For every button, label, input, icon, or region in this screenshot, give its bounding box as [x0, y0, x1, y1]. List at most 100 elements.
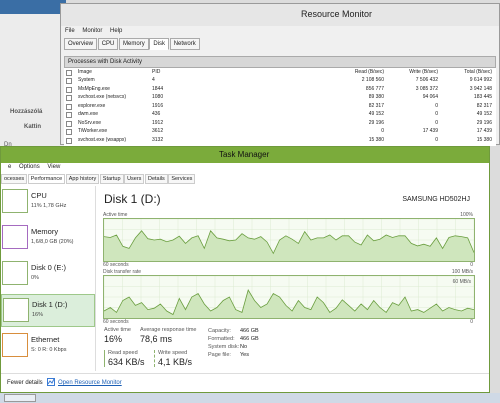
table-cell: 15 380 — [368, 136, 384, 143]
menu-help[interactable]: Help — [110, 28, 122, 34]
active-time-graph-time: 60 seconds — [103, 262, 129, 268]
row-checkbox[interactable] — [66, 95, 72, 101]
tab-startup[interactable]: Startup — [99, 174, 124, 184]
table-cell: 17 439 — [476, 128, 492, 134]
tab-disk[interactable]: Disk — [149, 38, 170, 50]
window-title: Resource Monitor — [301, 9, 373, 19]
table-row[interactable]: NoSrv.exe 1912 29 196 0 29 196 — [64, 120, 496, 127]
menu-options[interactable]: Options — [19, 164, 40, 170]
section-header[interactable]: Processes with Disk Activity — [64, 56, 496, 68]
column-header-total[interactable]: Total (B/sec) — [442, 69, 492, 76]
tab-overview[interactable]: Overview — [64, 38, 98, 50]
table-cell: svchost.exe (wsappx) — [78, 136, 127, 143]
process-table: Image PID Read (B/sec) Write (B/sec) Tot… — [64, 68, 496, 146]
sidebar-item-ethernet[interactable]: Ethernet S: 0 R: 0 Kbps — [1, 330, 95, 363]
table-cell: 7 506 432 — [415, 77, 438, 83]
tab-details[interactable]: Details — [144, 174, 168, 184]
column-header-write[interactable]: Write (B/sec) — [396, 69, 438, 76]
sidebar-item-cpu[interactable]: CPU 11% 1,78 GHz — [1, 186, 95, 219]
table-cell: 0 — [435, 111, 438, 117]
column-header-image[interactable]: Image — [78, 69, 92, 76]
sidebar-item-label: CPU — [31, 191, 47, 200]
tab-services[interactable]: Services — [168, 174, 196, 184]
menu-monitor[interactable]: Monitor — [82, 28, 102, 34]
disk-title: Disk 1 (D:) — [104, 192, 161, 206]
table-row[interactable]: TiWorker.exe 3612 0 17 439 17 439 — [64, 128, 496, 135]
table-cell: 94 064 — [422, 94, 438, 100]
sidebar-item-disk1[interactable]: Disk 1 (D:) 16% — [1, 294, 95, 327]
stat-label: Write speed — [158, 350, 188, 356]
sidebar-item-disk0[interactable]: Disk 0 (E:) 0% — [1, 258, 95, 291]
table-cell: 0 — [381, 128, 384, 134]
table-cell: 29 196 — [368, 119, 384, 126]
table-cell: 0 — [435, 136, 438, 143]
select-all-checkbox[interactable] — [66, 70, 72, 76]
table-cell: 4 — [152, 77, 155, 83]
open-resource-monitor-link[interactable]: Open Resource Monitor — [58, 380, 122, 386]
tab-memory[interactable]: Memory — [119, 38, 149, 50]
row-checkbox[interactable] — [66, 86, 72, 93]
menu-view[interactable]: View — [47, 164, 60, 170]
stat-value: 78,6 ms — [140, 334, 173, 344]
task-manager-window: Task Manager e Options View ocesses Perf… — [0, 146, 490, 393]
table-cell: svchost.exe (netsvcs) — [78, 94, 127, 100]
info-formatted: Formatted: 466 GB — [208, 336, 259, 342]
footer: Fewer details Open Resource Monitor — [1, 373, 489, 394]
table-row[interactable]: svchost.exe (wsappx) 3132 15 380 0 15 380 — [64, 137, 496, 144]
info-system-disk: System disk:No — [208, 344, 247, 350]
tab-processes[interactable]: ocesses — [1, 174, 28, 184]
tab-performance[interactable]: Performance — [27, 174, 66, 184]
tab-cpu[interactable]: CPU — [97, 38, 119, 50]
column-header-pid[interactable]: PID — [152, 69, 160, 76]
info-label: System disk: — [208, 344, 240, 350]
table-cell: 49 152 — [476, 111, 492, 117]
table-cell: System — [78, 77, 95, 83]
table-cell: 49 152 — [368, 111, 384, 117]
table-cell: 29 196 — [476, 119, 492, 126]
performance-detail-pane: Disk 1 (D:) SAMSUNG HD502HJ Active time … — [100, 186, 478, 376]
resource-monitor-icon — [47, 378, 55, 386]
title-bar[interactable]: Task Manager — [1, 147, 489, 163]
memory-thumbnail — [2, 225, 28, 249]
row-checkbox[interactable] — [66, 120, 72, 127]
fewer-details-link[interactable]: Fewer details — [7, 380, 43, 386]
column-header-read[interactable]: Read (B/sec) — [344, 69, 384, 76]
disk1-thumbnail — [3, 298, 29, 322]
row-checkbox[interactable] — [66, 78, 72, 84]
tab-users[interactable]: Users — [124, 174, 145, 184]
info-label: Formatted: — [208, 336, 235, 342]
table-cell: 15 380 — [476, 136, 492, 143]
table-row[interactable]: explorer.exe 1916 82 317 0 82 317 — [64, 103, 496, 110]
table-row[interactable]: MsMpEng.exe 1844 856 777 3 085 372 3 942 148 — [64, 86, 496, 93]
tab-app-history[interactable]: App history — [65, 174, 100, 184]
table-row[interactable]: System 4 2 108 560 7 506 432 9 614 992 — [64, 77, 496, 84]
tab-network[interactable]: Network — [169, 38, 200, 50]
row-checkbox[interactable] — [66, 129, 72, 135]
transfer-rate-graph-min: 0 — [470, 319, 473, 325]
taskbar — [0, 393, 500, 403]
table-header-row: Image PID Read (B/sec) Write (B/sec) Tot… — [64, 69, 496, 76]
menu-file[interactable]: File — [65, 28, 75, 34]
stat-label: Active time — [104, 327, 131, 333]
row-checkbox[interactable] — [66, 112, 72, 118]
info-value: 466 GB — [240, 328, 259, 334]
window-title: Task Manager — [219, 150, 270, 159]
table-row[interactable]: svchost.exe (netsvcs) 1080 89 380 94 064 183… — [64, 94, 496, 101]
stat-write-speed: Write speed 4,1 KB/s — [154, 350, 192, 367]
table-cell: 3132 — [152, 136, 164, 143]
disk-model: SAMSUNG HD502HJ — [402, 196, 470, 203]
table-cell: 89 380 — [368, 94, 384, 100]
row-checkbox[interactable] — [66, 137, 72, 144]
table-cell: 1844 — [152, 85, 164, 92]
table-cell: 9 614 992 — [469, 77, 492, 83]
title-bar[interactable]: Resource Monitor — [61, 4, 499, 26]
active-time-chart — [104, 219, 474, 261]
row-checkbox[interactable] — [66, 103, 72, 110]
transfer-rate-graph: 60 MB/s — [103, 275, 475, 319]
menu-file[interactable]: e — [8, 164, 11, 170]
sidebar-item-value: S: 0 R: 0 Kbps — [31, 347, 67, 353]
stat-active-time: Active time 16% — [104, 327, 131, 344]
table-row[interactable]: dwm.exe 436 49 152 0 49 152 — [64, 111, 496, 118]
taskbar-button[interactable] — [4, 394, 36, 402]
sidebar-item-memory[interactable]: Memory 1,6/8,0 GB (20%) — [1, 222, 95, 255]
